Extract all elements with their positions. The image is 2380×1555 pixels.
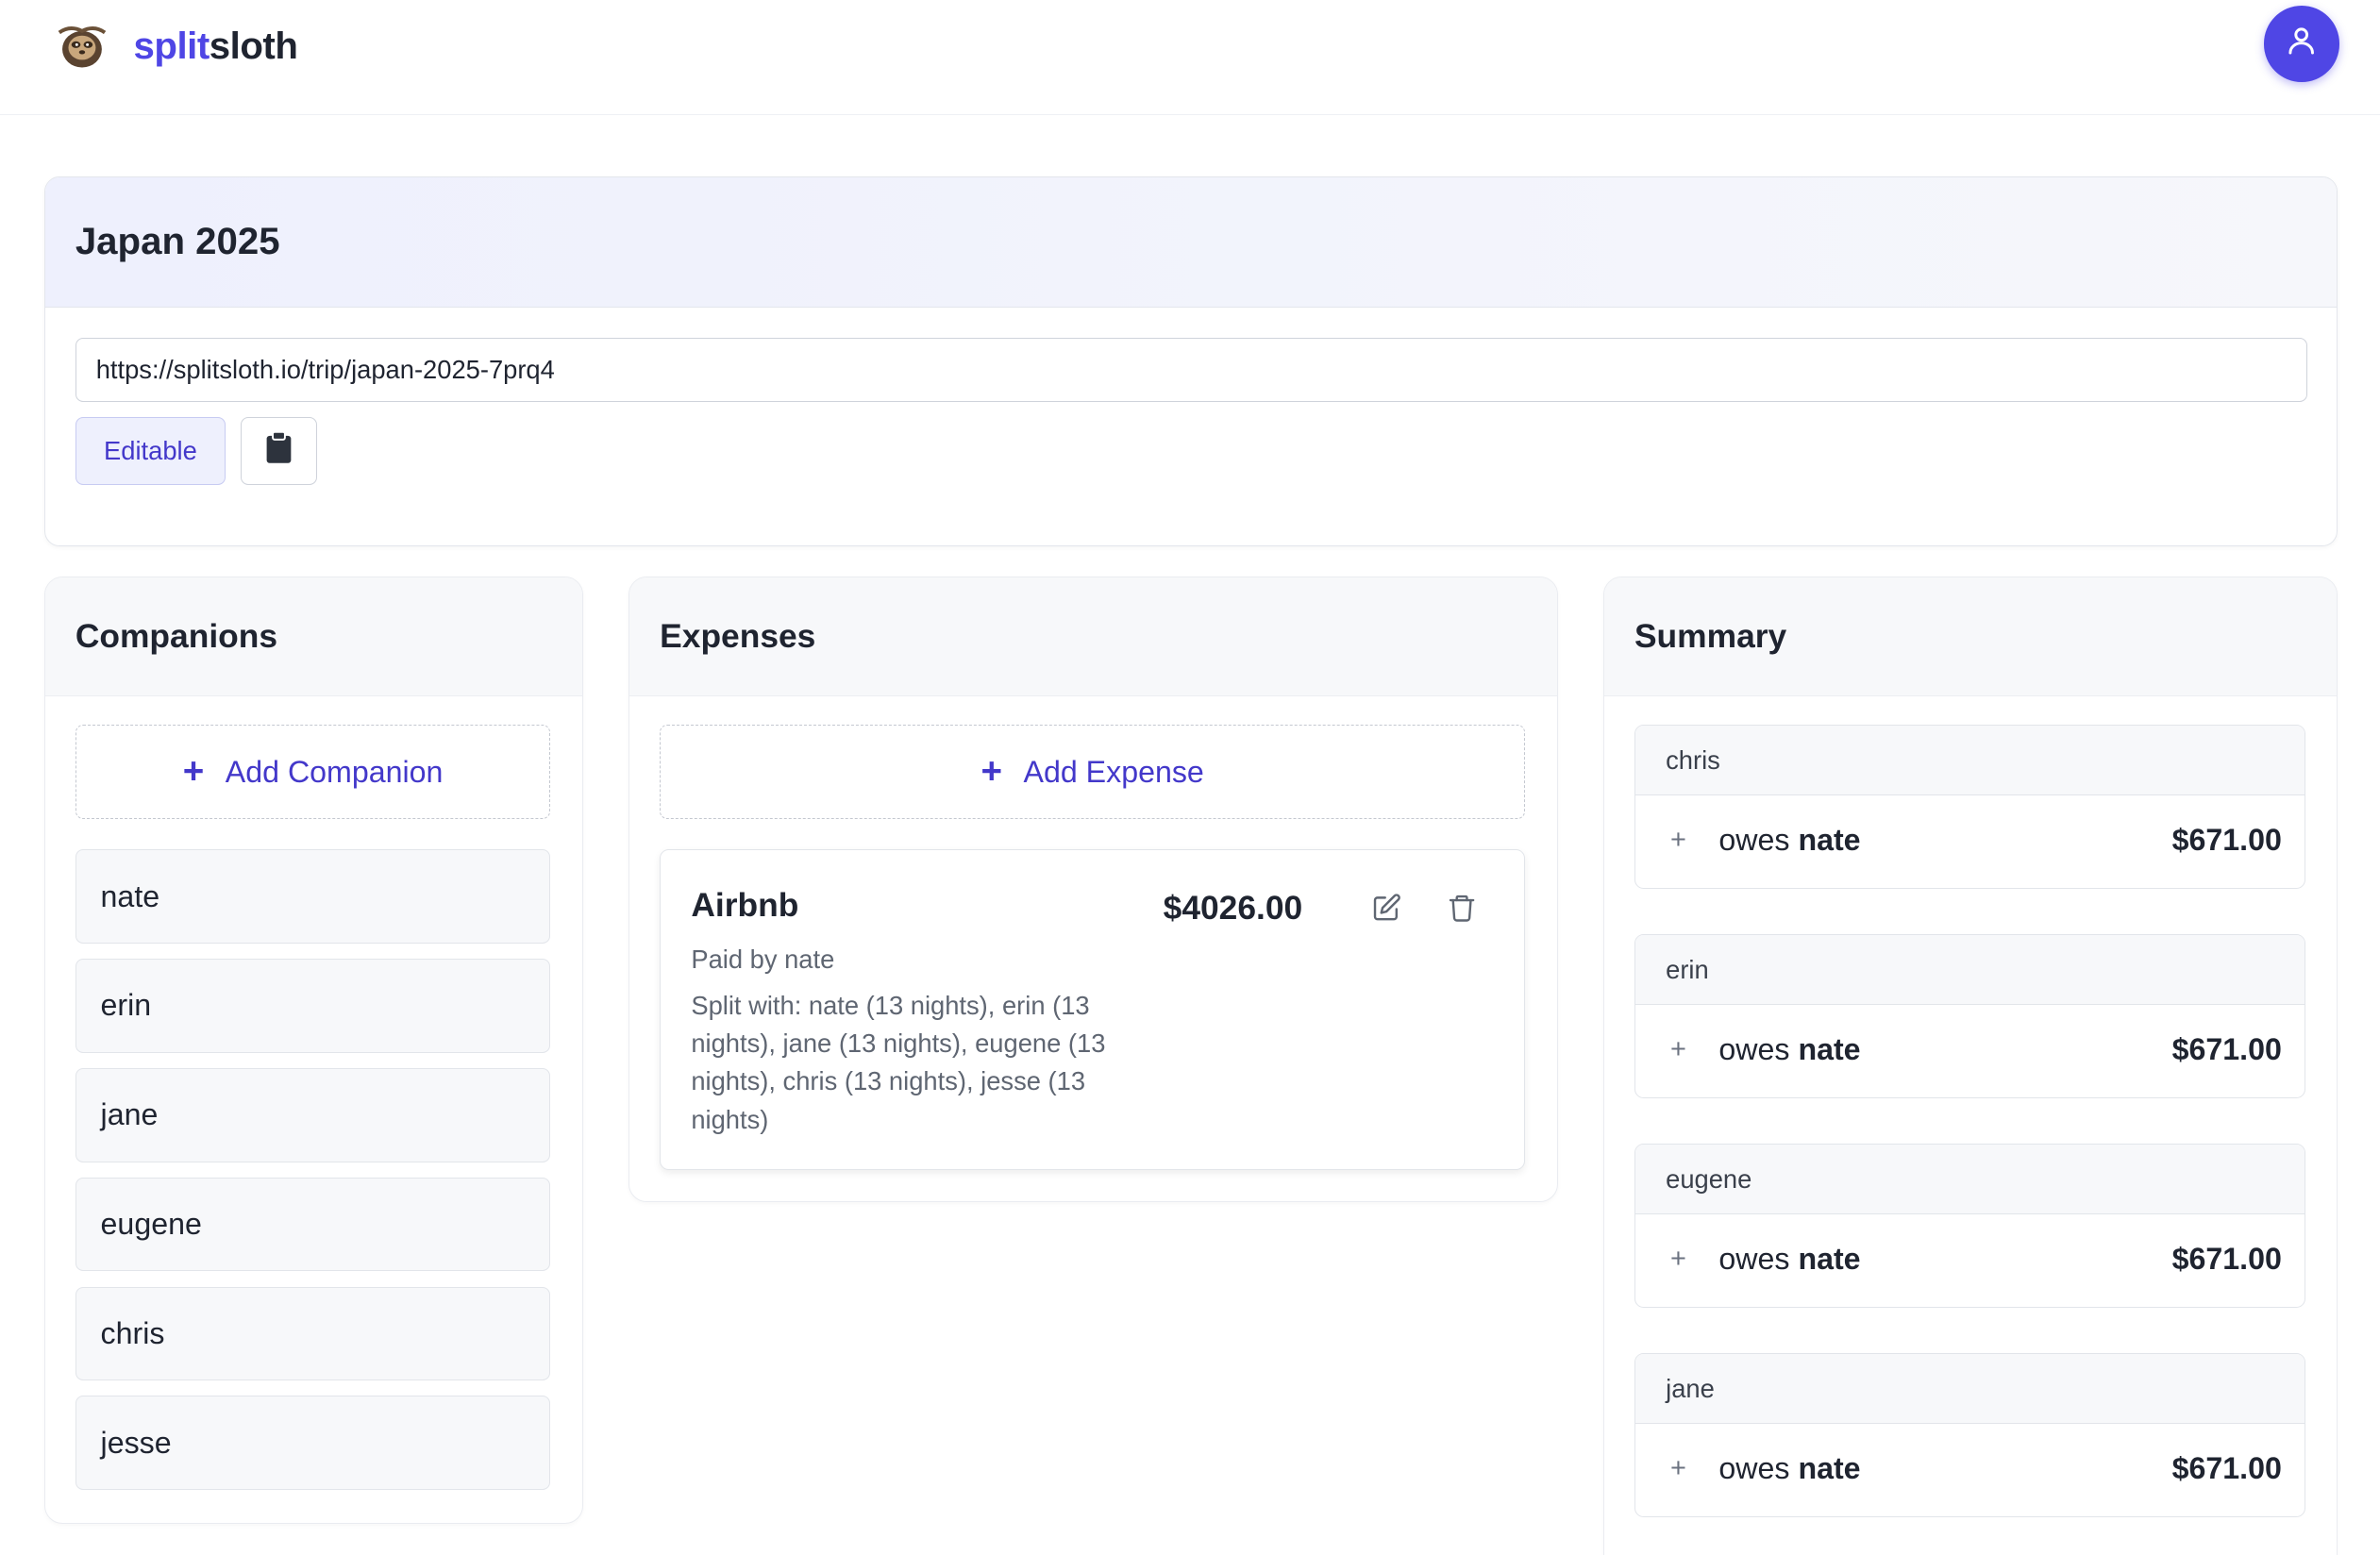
summary-row[interactable]: + owes nate $671.00	[1635, 795, 2305, 887]
companions-panel: Companions + Add Companion nate erin jan…	[43, 577, 583, 1525]
expand-icon[interactable]: +	[1670, 1244, 1686, 1275]
summary-header: Summary	[1603, 577, 2338, 696]
expense-split-details: Split with: nate (13 nights), erin (13 n…	[691, 991, 1106, 1134]
copy-link-button[interactable]	[241, 416, 317, 486]
add-expense-button[interactable]: + Add Expense	[660, 725, 1526, 820]
companion-item[interactable]: eugene	[75, 1177, 551, 1272]
summary-amount: $671.00	[2171, 1451, 2282, 1486]
summary-title: Summary	[1634, 617, 1787, 655]
expenses-panel: Expenses + Add Expense Airbnb $4026.00 P…	[629, 577, 1558, 1203]
editable-toggle-button[interactable]: Editable	[75, 416, 226, 486]
user-icon	[2285, 24, 2318, 63]
brand-sloth: sloth	[209, 25, 298, 68]
add-companion-button[interactable]: + Add Companion	[75, 725, 551, 820]
summary-person: erin	[1634, 935, 2305, 1006]
add-expense-label: Add Expense	[1023, 754, 1204, 789]
companion-item[interactable]: chris	[75, 1286, 551, 1381]
expand-icon[interactable]: +	[1670, 1034, 1686, 1065]
summary-row[interactable]: + owes nate $671.00	[1635, 1424, 2305, 1515]
trash-icon	[1447, 893, 1477, 929]
expand-icon[interactable]: +	[1670, 1453, 1686, 1484]
expand-icon[interactable]: +	[1670, 825, 1686, 856]
companions-header: Companions	[44, 577, 582, 696]
summary-owes-text: owes nate	[1718, 1242, 1861, 1277]
summary-payee: nate	[1798, 1032, 1861, 1067]
trip-card: Japan 2025 Editable	[43, 176, 2338, 547]
sloth-logo-icon[interactable]	[55, 19, 109, 74]
summary-row[interactable]: + owes nate $671.00	[1635, 1214, 2305, 1306]
summary-amount: $671.00	[2171, 823, 2282, 858]
summary-row[interactable]: + owes nate $671.00	[1635, 1005, 2305, 1096]
top-nav: splitsloth	[0, 0, 2380, 116]
companion-item[interactable]: erin	[75, 959, 551, 1053]
edit-icon	[1371, 893, 1401, 929]
companion-item[interactable]: jane	[75, 1067, 551, 1162]
expense-paid-by: Paid by nate	[691, 944, 835, 974]
summary-card: jane + owes nate $671.00	[1634, 1353, 2305, 1518]
summary-amount: $671.00	[2171, 1032, 2282, 1067]
delete-expense-button[interactable]	[1444, 893, 1481, 929]
summary-person: eugene	[1634, 1145, 2305, 1215]
summary-card: erin + owes nate $671.00	[1634, 934, 2305, 1099]
expense-name: Airbnb	[691, 886, 799, 924]
summary-card: eugene + owes nate $671.00	[1634, 1144, 2305, 1309]
summary-amount: $671.00	[2171, 1242, 2282, 1277]
share-url-input[interactable]	[75, 338, 2307, 402]
summary-person: chris	[1634, 726, 2305, 796]
brand-name[interactable]: splitsloth	[134, 25, 298, 68]
companions-title: Companions	[75, 617, 278, 655]
clipboard-icon	[265, 430, 293, 471]
add-companion-label: Add Companion	[225, 754, 444, 789]
expense-amount: $4026.00	[1163, 890, 1303, 928]
account-button[interactable]	[2263, 6, 2340, 82]
plus-icon: +	[980, 750, 1003, 792]
expenses-header: Expenses	[629, 577, 1557, 696]
plus-icon: +	[182, 750, 205, 792]
summary-person: jane	[1634, 1354, 2305, 1425]
trip-title: Japan 2025	[75, 220, 280, 263]
trip-header: Japan 2025	[44, 176, 2338, 308]
summary-payee: nate	[1798, 1451, 1861, 1486]
summary-card: chris + owes nate $671.00	[1634, 725, 2305, 890]
edit-expense-button[interactable]	[1368, 893, 1405, 929]
summary-owes-text: owes nate	[1718, 823, 1861, 858]
brand-split: split	[133, 25, 210, 68]
summary-payee: nate	[1798, 823, 1861, 858]
companion-item[interactable]: jesse	[75, 1396, 551, 1491]
expense-card[interactable]: Airbnb $4026.00 Paid by nate Split with:…	[660, 849, 1526, 1170]
summary-payee: nate	[1798, 1242, 1861, 1277]
companion-item[interactable]: nate	[75, 849, 551, 944]
app-root: splitsloth Japan 2025 Editable	[0, 0, 2380, 1555]
summary-panel: Summary chris + owes nate $671.00 erin +…	[1602, 577, 2338, 1555]
summary-owes-text: owes nate	[1718, 1451, 1861, 1486]
expenses-title: Expenses	[660, 617, 816, 655]
summary-owes-text: owes nate	[1718, 1032, 1861, 1067]
